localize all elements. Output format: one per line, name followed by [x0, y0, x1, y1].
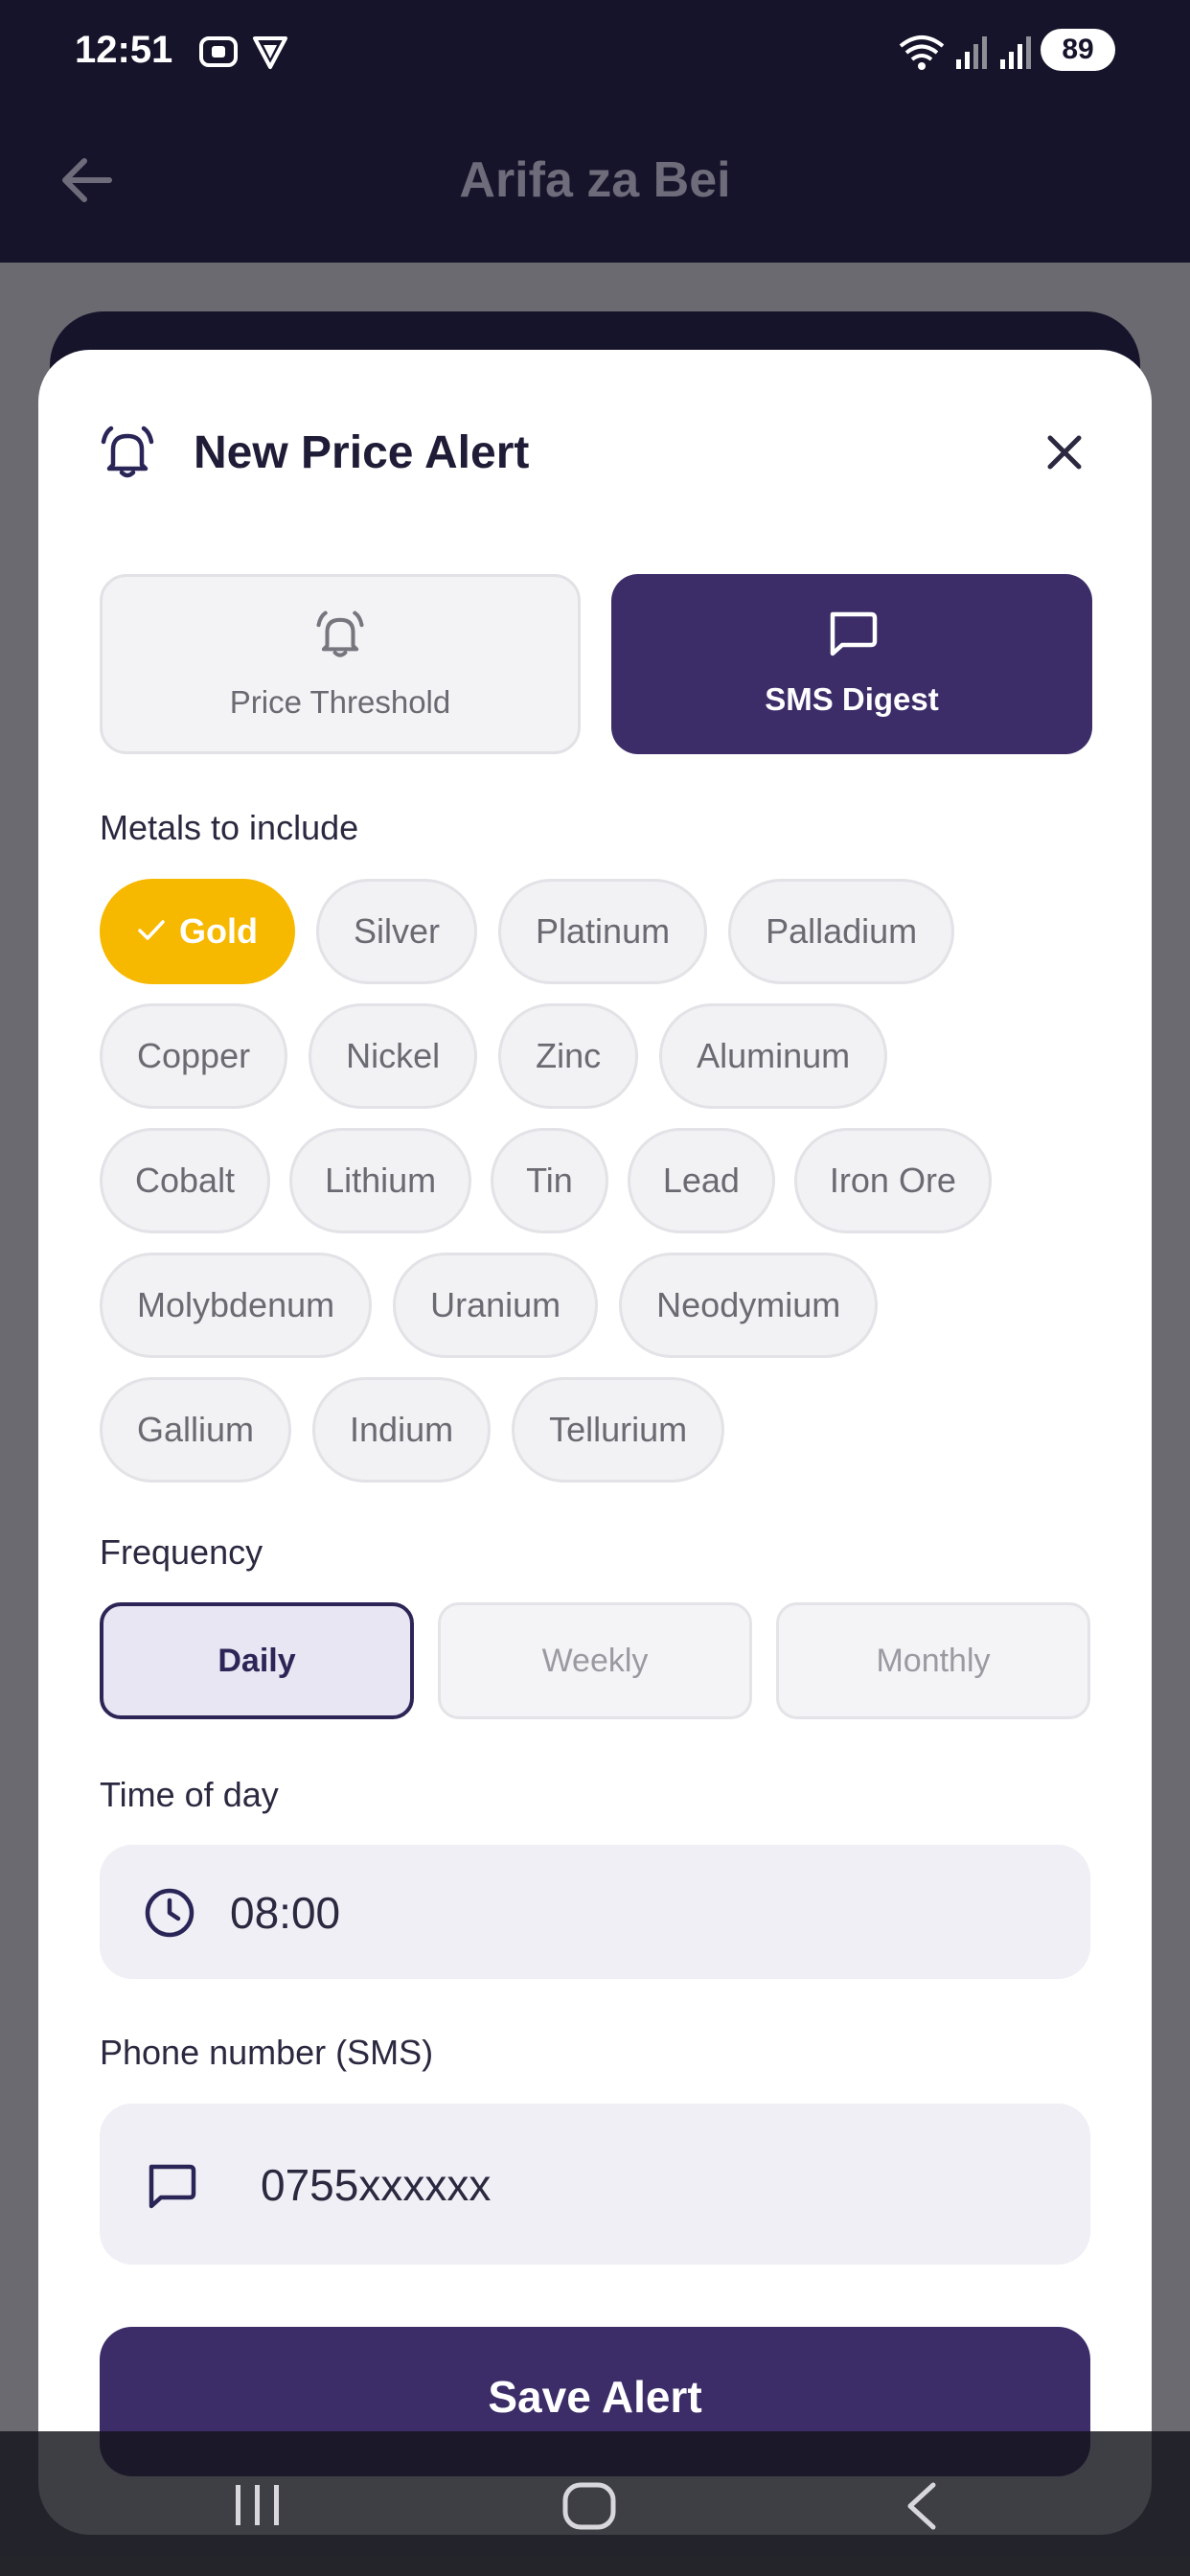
home-icon[interactable] — [561, 2481, 617, 2536]
chip-row: Copper Nickel Zinc Aluminum — [100, 1003, 1096, 1109]
chip-label: Iron Ore — [829, 1161, 956, 1200]
status-bar: 12:51 89 — [0, 0, 1190, 105]
chip-label: Indium — [350, 1410, 454, 1449]
app-title: Arifa za Bei — [459, 152, 731, 208]
chip-label: Lithium — [325, 1161, 437, 1200]
sms-digest-option[interactable]: SMS Digest — [611, 574, 1092, 754]
chip-molybdenum[interactable]: Molybdenum — [100, 1253, 373, 1358]
chip-aluminum[interactable]: Aluminum — [659, 1003, 888, 1109]
chip-label: Aluminum — [697, 1036, 851, 1075]
chip-label: Copper — [137, 1036, 251, 1075]
chip-label: Lead — [662, 1161, 740, 1200]
price-threshold-option[interactable]: Price Threshold — [100, 574, 581, 754]
top-bar: 12:51 89 Arifa za Bei — [0, 0, 1190, 263]
message-icon — [144, 2159, 197, 2216]
chip-label: Tellurium — [549, 1410, 688, 1449]
wifi-icon — [897, 33, 947, 76]
sheet-title: New Price Alert — [194, 427, 530, 478]
sheet-header: New Price Alert — [38, 350, 1152, 522]
chip-lithium[interactable]: Lithium — [289, 1128, 472, 1233]
signal-icon — [954, 33, 989, 76]
new-price-alert-sheet: New Price Alert Price Threshold SMS Dige… — [38, 350, 1152, 2535]
chip-label: Cobalt — [135, 1161, 236, 1200]
chip-gold[interactable]: Gold — [100, 879, 295, 984]
chip-row: Molybdenum Uranium Neodymium — [100, 1253, 1096, 1358]
sms-digest-label: SMS Digest — [765, 681, 939, 717]
chip-platinum[interactable]: Platinum — [498, 879, 708, 984]
chip-palladium[interactable]: Palladium — [728, 879, 955, 984]
phone-value: 0755xxxxxx — [261, 2160, 492, 2210]
chip-row: Gold Silver Platinum Palladium — [100, 879, 1096, 984]
signal-icon — [998, 33, 1033, 76]
battery-level: 89 — [1041, 29, 1115, 71]
time-value: 08:00 — [230, 1888, 341, 1938]
time-of-day-field[interactable]: 08:00 — [100, 1845, 1090, 1979]
chip-label: Gallium — [137, 1410, 255, 1449]
chip-nickel[interactable]: Nickel — [309, 1003, 478, 1109]
chip-silver[interactable]: Silver — [315, 879, 478, 984]
clock-icon — [144, 1887, 195, 1944]
chip-lead[interactable]: Lead — [627, 1128, 775, 1233]
screenshot-icon — [197, 33, 240, 76]
chip-label: Platinum — [536, 911, 671, 951]
chip-row: Cobalt Lithium Tin Lead Iron Ore — [100, 1128, 1096, 1233]
chip-indium[interactable]: Indium — [312, 1377, 492, 1483]
bell-icon — [98, 425, 157, 487]
phone-label: Phone number (SMS) — [100, 2033, 434, 2072]
chip-copper[interactable]: Copper — [100, 1003, 288, 1109]
chip-label: Tin — [526, 1161, 573, 1200]
check-icon — [137, 911, 166, 952]
chip-uranium[interactable]: Uranium — [393, 1253, 599, 1358]
chip-label: Uranium — [430, 1285, 561, 1324]
chip-label: Gold — [179, 911, 258, 951]
time-of-day-label: Time of day — [100, 1775, 279, 1814]
frequency-label: Frequency — [100, 1532, 263, 1572]
recents-icon[interactable] — [232, 2481, 284, 2534]
chip-label: Neodymium — [656, 1285, 841, 1324]
metals-label: Metals to include — [100, 808, 359, 847]
chip-tellurium[interactable]: Tellurium — [512, 1377, 725, 1483]
vpn-icon — [251, 33, 289, 76]
bell-icon — [103, 610, 578, 666]
chip-label: Palladium — [766, 911, 918, 951]
status-time: 12:51 — [75, 29, 173, 71]
price-threshold-label: Price Threshold — [229, 684, 451, 720]
chip-label: Silver — [353, 911, 441, 951]
frequency-daily[interactable]: Daily — [100, 1602, 414, 1719]
chip-cobalt[interactable]: Cobalt — [100, 1128, 271, 1233]
chip-label: Nickel — [346, 1036, 441, 1075]
chip-zinc[interactable]: Zinc — [498, 1003, 639, 1109]
chip-tin[interactable]: Tin — [491, 1128, 608, 1233]
chip-iron-ore[interactable]: Iron Ore — [793, 1128, 992, 1233]
close-icon[interactable] — [1041, 428, 1088, 476]
frequency-monthly[interactable]: Monthly — [776, 1602, 1090, 1719]
back-icon[interactable] — [903, 2481, 941, 2536]
phone-number-field[interactable]: 0755xxxxxx — [100, 2104, 1090, 2265]
system-nav-bar — [0, 2431, 1190, 2576]
chip-label: Zinc — [536, 1036, 602, 1075]
metal-chip-list: Gold Silver Platinum Palladium Copper Ni… — [100, 879, 1096, 1502]
chip-gallium[interactable]: Gallium — [100, 1377, 292, 1483]
frequency-weekly[interactable]: Weekly — [438, 1602, 752, 1719]
message-icon — [611, 607, 1092, 663]
chip-neodymium[interactable]: Neodymium — [619, 1253, 879, 1358]
chip-label: Molybdenum — [137, 1285, 335, 1324]
chip-row: Gallium Indium Tellurium — [100, 1377, 1096, 1483]
